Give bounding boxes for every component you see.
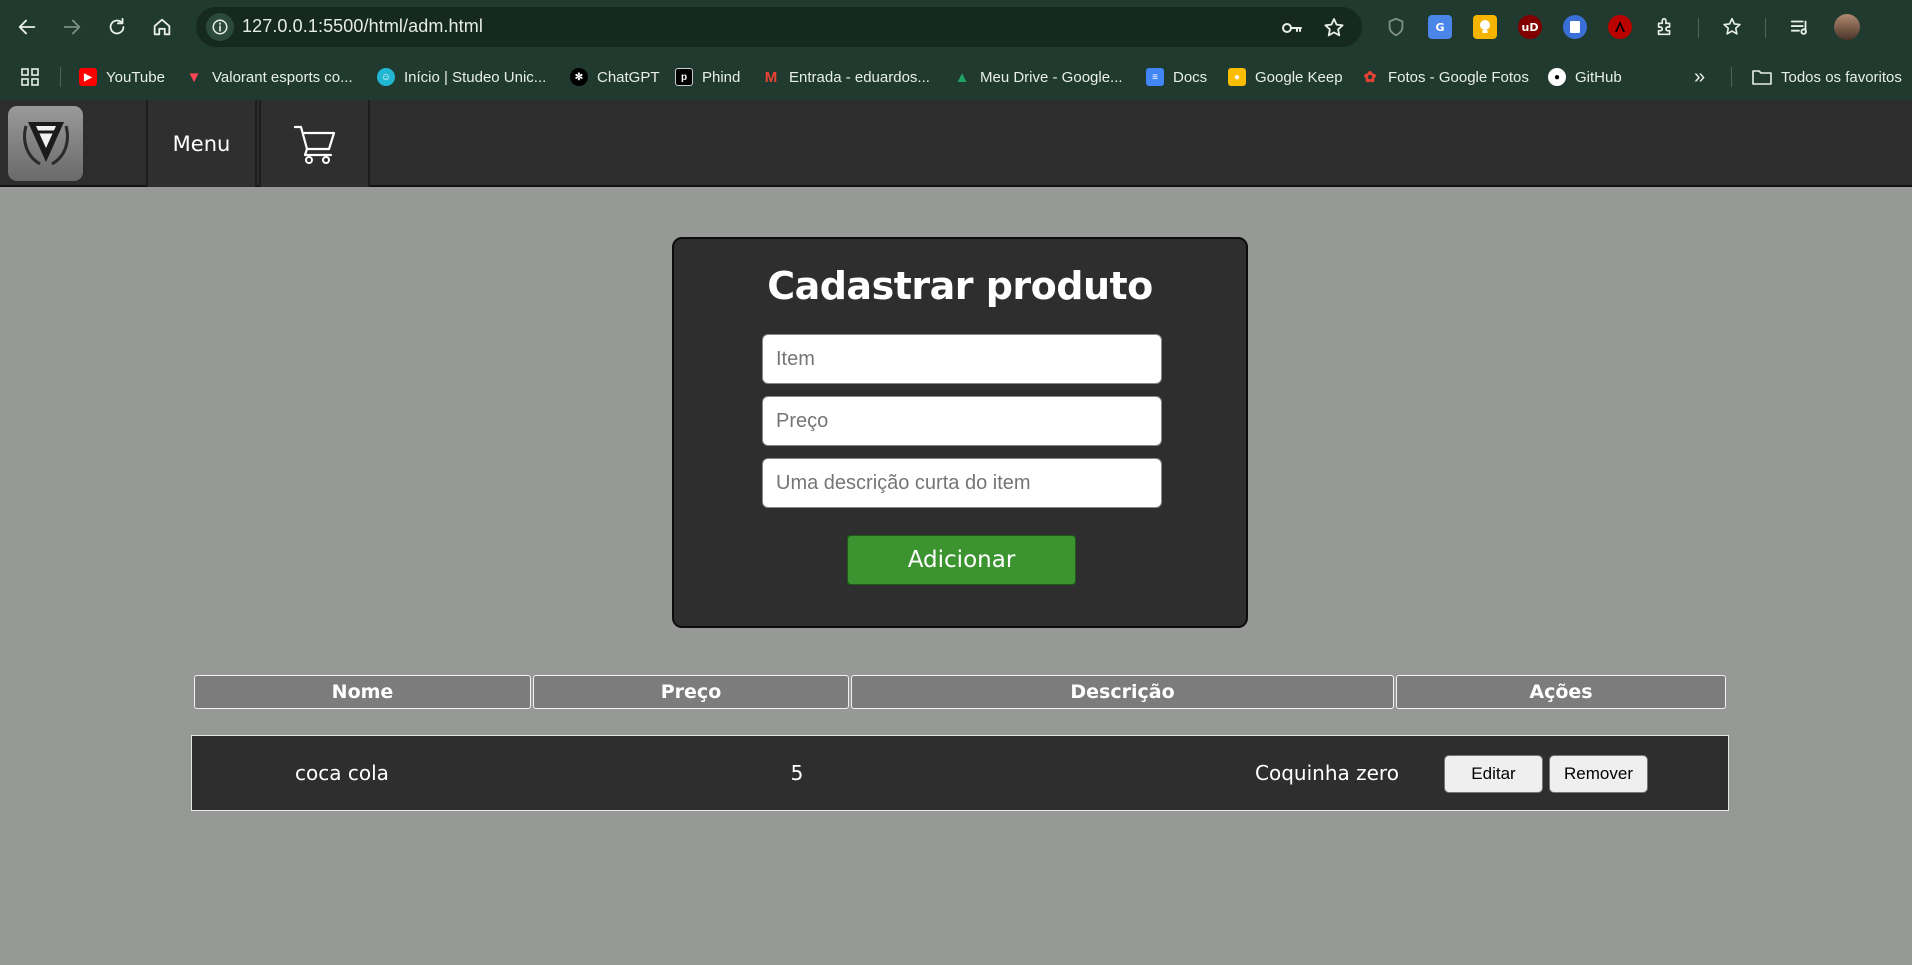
url-text: 127.0.0.1:5500/html/adm.html [242, 16, 483, 36]
add-product-button[interactable]: Adicionar [847, 535, 1076, 585]
studeo-icon: ☺ [377, 68, 395, 86]
google-keep-icon: ● [1228, 68, 1246, 86]
bookmarks-overflow-button[interactable]: » [1694, 66, 1705, 88]
column-header-nome: Nome [194, 675, 531, 709]
bookmark-youtube[interactable]: ▶ YouTube [79, 66, 165, 88]
bookmarks-bar: ▶ YouTube ▼ Valorant esports co... ☺ Início… [0, 54, 1912, 100]
bookmark-label: Phind [702, 68, 741, 86]
docs-extension-icon[interactable] [1563, 15, 1587, 39]
all-bookmarks-folder[interactable]: Todos os favoritos [1752, 66, 1902, 88]
phind-icon: p [675, 68, 693, 86]
price-input[interactable] [762, 396, 1162, 446]
folder-icon [1752, 70, 1772, 85]
google-drive-icon: ▲ [954, 68, 970, 86]
home-button[interactable] [144, 9, 180, 45]
reload-button[interactable] [99, 9, 135, 45]
bookmark-label: Docs [1173, 68, 1208, 86]
form-title: Cadastrar produto [767, 264, 1153, 308]
site-info-icon[interactable] [206, 13, 234, 41]
bookmark-keep[interactable]: ● Google Keep [1228, 66, 1343, 88]
bookmark-gmail[interactable]: M Entrada - eduardos... [762, 66, 930, 88]
description-input[interactable] [762, 458, 1162, 508]
column-header-descricao: Descrição [851, 675, 1394, 709]
site-header: Menu [0, 100, 1912, 187]
profile-avatar[interactable] [1834, 14, 1860, 40]
password-key-icon[interactable] [1280, 16, 1304, 40]
browser-toolbar: 127.0.0.1:5500/html/adm.html G uD [0, 0, 1912, 54]
bookmark-label: Meu Drive - Google... [980, 68, 1123, 86]
forward-arrow-icon [63, 19, 81, 35]
bookmark-label: ChatGPT [597, 68, 660, 86]
logo-emblem-icon [22, 121, 69, 165]
bookmark-label: Google Keep [1255, 68, 1343, 86]
back-arrow-icon [18, 19, 36, 35]
home-icon [153, 18, 171, 36]
bookmark-valorant[interactable]: ▼ Valorant esports co... [185, 66, 353, 88]
youtube-icon: ▶ [79, 68, 97, 86]
bookmark-star-icon[interactable] [1322, 16, 1346, 40]
product-form-card: Cadastrar produto Adicionar [672, 237, 1248, 628]
github-icon: ● [1548, 68, 1566, 86]
cell-nome: coca cola [295, 761, 389, 785]
forward-button[interactable] [54, 9, 90, 45]
shield-extension-icon[interactable] [1384, 15, 1408, 39]
bookmark-docs[interactable]: ≡ Docs [1146, 66, 1207, 88]
bookmark-photos[interactable]: ✿ Fotos - Google Fotos [1361, 66, 1529, 88]
column-header-preco: Preço [533, 675, 849, 709]
google-docs-icon: ≡ [1146, 68, 1164, 86]
bookmark-github[interactable]: ● GitHub [1548, 66, 1622, 88]
bookmark-chatgpt[interactable]: ✻ ChatGPT [570, 66, 660, 88]
valorant-icon: ▼ [186, 68, 202, 86]
bookmark-label: Valorant esports co... [212, 68, 353, 86]
google-translate-extension-icon[interactable]: G [1428, 15, 1452, 39]
toolbar-separator [1698, 18, 1699, 38]
ublock-extension-icon[interactable]: uD [1518, 15, 1542, 39]
apps-grid-icon[interactable] [20, 66, 40, 88]
bookmark-label: GitHub [1575, 68, 1622, 86]
bookmarks-star-icon[interactable] [1720, 15, 1744, 39]
site-logo[interactable] [8, 106, 83, 181]
bookmarks-separator [1731, 67, 1732, 87]
extensions-puzzle-icon[interactable] [1653, 15, 1677, 39]
reading-list-icon[interactable] [1788, 15, 1812, 39]
back-button[interactable] [9, 9, 45, 45]
bookmark-studeo[interactable]: ☺ Início | Studeo Unic... [377, 66, 546, 88]
menu-button[interactable]: Menu [146, 100, 257, 187]
bookmark-phind[interactable]: p Phind [675, 66, 740, 88]
cart-button[interactable] [259, 100, 370, 187]
cell-preco: 5 [790, 761, 804, 785]
all-bookmarks-label: Todos os favoritos [1781, 68, 1902, 86]
bookmark-label: Início | Studeo Unic... [404, 68, 547, 86]
remove-button[interactable]: Remover [1549, 755, 1648, 793]
bookmark-drive[interactable]: ▲ Meu Drive - Google... [953, 66, 1123, 88]
gmail-icon: M [764, 68, 778, 86]
bookmark-label: YouTube [106, 68, 165, 86]
keep-extension-icon[interactable] [1473, 15, 1497, 39]
bookmark-label: Fotos - Google Fotos [1388, 68, 1529, 86]
column-header-acoes: Ações [1396, 675, 1726, 709]
reload-icon [109, 17, 125, 35]
google-photos-icon: ✿ [1363, 69, 1377, 86]
table-row: coca cola 5 Coquinha zero Editar Remover [191, 735, 1729, 811]
item-input[interactable] [762, 334, 1162, 384]
bookmarks-separator [60, 67, 61, 87]
edit-button[interactable]: Editar [1444, 755, 1543, 793]
chatgpt-icon: ✻ [570, 68, 588, 86]
bookmark-label: Entrada - eduardos... [789, 68, 930, 86]
toolbar-separator [1765, 18, 1766, 38]
acrobat-extension-icon[interactable] [1608, 15, 1632, 39]
shopping-cart-icon [293, 125, 335, 164]
address-bar[interactable]: 127.0.0.1:5500/html/adm.html [196, 7, 1362, 47]
